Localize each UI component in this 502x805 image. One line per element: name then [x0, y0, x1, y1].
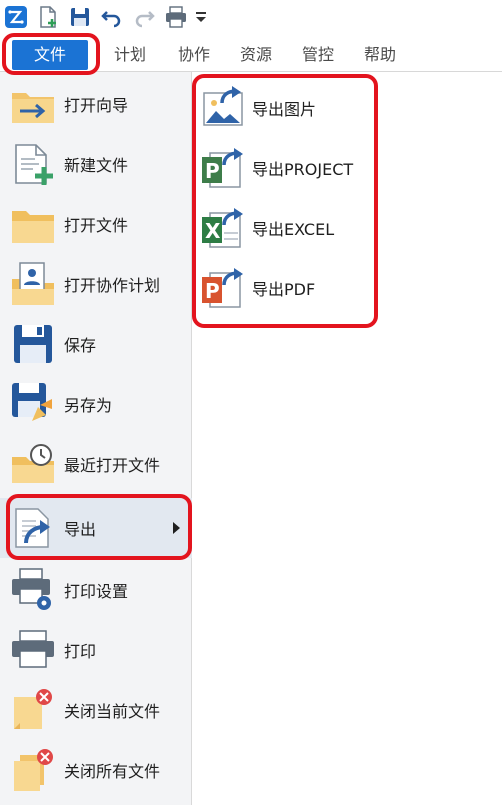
tab-control[interactable]: 管控	[292, 40, 344, 70]
print-icon[interactable]	[162, 3, 190, 31]
print-icon	[12, 630, 54, 668]
submenu-item-export-project[interactable]: P 导出PROJECT	[196, 138, 376, 198]
menu-item-save[interactable]: 保存	[0, 314, 192, 374]
tab-plan[interactable]: 计划	[104, 40, 156, 70]
submenu-item-label: 导出EXCEL	[252, 220, 335, 239]
svg-text:P: P	[205, 159, 220, 183]
menu-item-open-collab-plan[interactable]: 打开协作计划	[0, 254, 192, 314]
menu-item-label: 最近打开文件	[64, 456, 161, 475]
new-file-icon[interactable]	[34, 3, 62, 31]
export-project-icon: P	[202, 148, 243, 188]
menu-item-open-file[interactable]: 打开文件	[0, 194, 192, 254]
tab-file[interactable]: 文件	[12, 40, 88, 70]
menu-item-export[interactable]: 导出	[0, 498, 192, 558]
export-icon	[15, 508, 50, 548]
undo-icon[interactable]	[98, 3, 126, 31]
menu-item-open-wizard[interactable]: 打开向导	[0, 74, 192, 134]
submenu-item-export-excel[interactable]: X 导出EXCEL	[196, 198, 376, 258]
print-settings-icon	[12, 568, 51, 610]
menu-item-print[interactable]: 打印	[0, 620, 192, 680]
open-collab-plan-icon	[12, 262, 54, 305]
export-pdf-icon: P	[202, 268, 243, 308]
new-document-icon	[15, 144, 53, 185]
export-submenu: 导出图片 P 导出PROJECT X 导出EXCEL P 导出PDF	[196, 76, 376, 326]
recent-files-icon	[12, 444, 54, 483]
menu-item-label: 关闭所有文件	[64, 762, 161, 781]
tab-resources[interactable]: 资源	[230, 40, 282, 70]
menu-item-label: 关闭当前文件	[64, 702, 161, 721]
save-icon[interactable]	[66, 3, 94, 31]
svg-text:P: P	[205, 279, 220, 303]
quick-access-toolbar	[0, 0, 502, 34]
menu-item-close-current-file[interactable]: 关闭当前文件	[0, 680, 192, 740]
menu-item-close-all-files[interactable]: 关闭所有文件	[0, 740, 192, 800]
open-folder-icon	[12, 211, 54, 243]
menu-item-label: 打印设置	[64, 582, 129, 601]
menu-item-label: 保存	[64, 336, 97, 355]
save-as-icon	[12, 383, 52, 421]
file-menu: 打开向导 新建文件 打开文件 打开协作计划 保存 另存为 最近打开文件 导出 打…	[0, 72, 192, 805]
menu-item-recent-files[interactable]: 最近打开文件	[0, 434, 192, 494]
submenu-item-label: 导出图片	[252, 100, 317, 119]
submenu-item-export-pdf[interactable]: P 导出PDF	[196, 258, 376, 318]
close-all-files-icon	[14, 749, 53, 791]
menu-item-label: 打开文件	[64, 216, 129, 235]
close-current-file-icon	[14, 689, 52, 729]
menu-item-label: 导出	[64, 520, 97, 539]
app-logo-icon[interactable]	[2, 3, 30, 31]
open-wizard-icon	[12, 93, 54, 123]
menu-item-label: 打开向导	[64, 96, 129, 115]
submenu-item-export-image[interactable]: 导出图片	[196, 78, 376, 138]
export-image-icon	[203, 86, 243, 126]
menu-item-label: 打开协作计划	[64, 276, 161, 295]
tab-collaboration[interactable]: 协作	[168, 40, 220, 70]
menu-item-new-file[interactable]: 新建文件	[0, 134, 192, 194]
menu-item-label: 新建文件	[64, 156, 129, 175]
menu-item-label: 打印	[64, 642, 97, 661]
svg-text:X: X	[205, 219, 221, 243]
menu-item-label: 另存为	[64, 396, 113, 415]
tab-help[interactable]: 帮助	[354, 40, 406, 70]
menu-item-print-settings[interactable]: 打印设置	[0, 560, 192, 620]
export-excel-icon: X	[202, 208, 243, 248]
submenu-item-label: 导出PROJECT	[252, 160, 354, 179]
submenu-arrow-icon	[173, 522, 180, 534]
menu-item-save-as[interactable]: 另存为	[0, 374, 192, 434]
save-icon	[14, 325, 52, 363]
submenu-item-label: 导出PDF	[252, 280, 316, 299]
customize-dropdown-icon[interactable]	[194, 3, 208, 31]
redo-icon[interactable]	[130, 3, 158, 31]
ribbon-tab-bar: 文件 计划 协作 资源 管控 帮助	[0, 36, 502, 72]
